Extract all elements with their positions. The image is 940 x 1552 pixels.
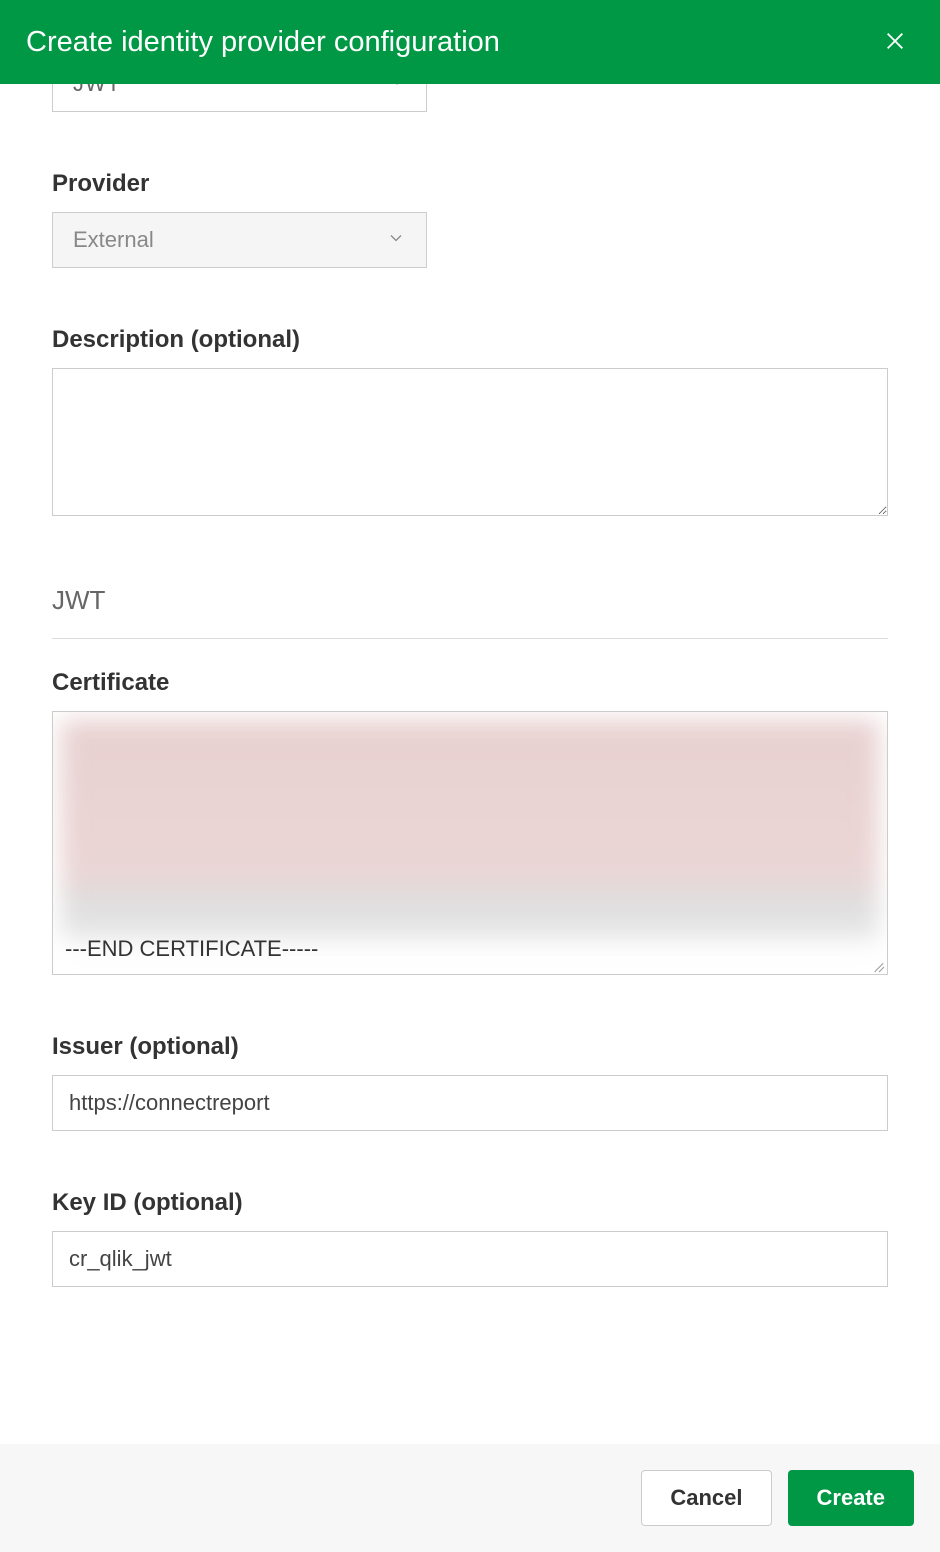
provider-field: Provider External <box>52 170 888 268</box>
issuer-input[interactable] <box>52 1075 888 1131</box>
certificate-field: Certificate ---END CERTIFICATE----- <box>52 669 888 975</box>
keyid-label: Key ID (optional) <box>52 1189 888 1217</box>
description-field: Description (optional) <box>52 326 888 521</box>
keyid-input[interactable] <box>52 1231 888 1287</box>
close-icon <box>884 30 906 52</box>
resize-handle[interactable] <box>871 958 885 972</box>
section-heading: JWT <box>52 585 888 639</box>
modal-footer: Cancel Create <box>0 1444 940 1552</box>
modal-header: Create identity provider configuration <box>0 0 940 84</box>
certificate-redacted <box>61 720 879 940</box>
create-button[interactable]: Create <box>788 1470 914 1526</box>
issuer-field: Issuer (optional) <box>52 1033 888 1131</box>
description-textarea[interactable] <box>52 368 888 516</box>
keyid-field: Key ID (optional) <box>52 1189 888 1287</box>
modal: Create identity provider configuration J… <box>0 0 940 1552</box>
type-field: JWT <box>52 84 888 112</box>
provider-label: Provider <box>52 170 888 198</box>
description-label: Description (optional) <box>52 326 888 354</box>
provider-select-value: External <box>73 227 154 253</box>
issuer-label: Issuer (optional) <box>52 1033 888 1061</box>
chevron-down-icon <box>386 228 406 253</box>
type-select[interactable]: JWT <box>52 84 427 112</box>
type-select-value: JWT <box>73 84 121 97</box>
modal-title: Create identity provider configuration <box>26 26 500 59</box>
certificate-label: Certificate <box>52 669 888 697</box>
modal-body: JWT Provider External Description (optio… <box>0 84 940 1444</box>
close-button[interactable] <box>876 22 914 63</box>
chevron-down-icon <box>388 84 406 96</box>
certificate-textarea[interactable]: ---END CERTIFICATE----- <box>52 711 888 975</box>
certificate-end-marker: ---END CERTIFICATE----- <box>65 936 318 962</box>
provider-select[interactable]: External <box>52 212 427 268</box>
cancel-button[interactable]: Cancel <box>641 1470 771 1526</box>
